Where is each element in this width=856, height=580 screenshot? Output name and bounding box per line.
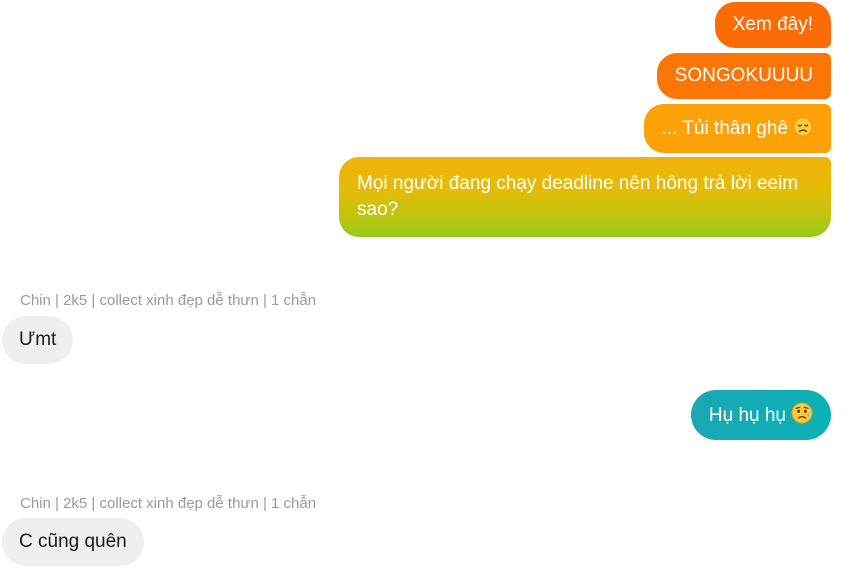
- message-text: SONGOKUUUU: [674, 65, 813, 86]
- message-text: C cũng quên: [19, 531, 127, 552]
- sender-name: Chin | 2k5 | collect xinh đẹp dễ thưn | …: [20, 495, 317, 512]
- message-bubble-outgoing[interactable]: Xem đây!: [714, 2, 831, 48]
- message-text: ... Tủi thân ghê: [661, 118, 788, 139]
- sender-name: Chin | 2k5 | collect xinh đẹp dễ thưn | …: [20, 292, 317, 309]
- message-text: Ưmt: [19, 329, 57, 350]
- message-bubble-outgoing[interactable]: Hụ hụ hụ: [690, 390, 831, 440]
- message-bubble-outgoing[interactable]: ... Tủi thân ghê: [643, 104, 831, 153]
- message-bubble-outgoing[interactable]: Mọi người đang chạy deadline nên hông tr…: [339, 157, 831, 237]
- message-bubble-incoming[interactable]: C cũng quên: [2, 518, 144, 566]
- disappointed-face-icon: [793, 117, 813, 145]
- message-bubble-incoming[interactable]: Ưmt: [2, 316, 74, 364]
- message-bubble-outgoing[interactable]: SONGOKUUUU: [656, 53, 831, 99]
- message-text: Mọi người đang chạy deadline nên hông tr…: [357, 173, 799, 220]
- sad-but-relieved-face-icon: [791, 402, 813, 432]
- chat-message-list: Xem đây! SONGOKUUUU ... Tủi thân ghê Mọi…: [0, 0, 856, 580]
- message-text: Xem đây!: [732, 14, 813, 35]
- message-text: Hụ hụ hụ: [708, 405, 786, 426]
